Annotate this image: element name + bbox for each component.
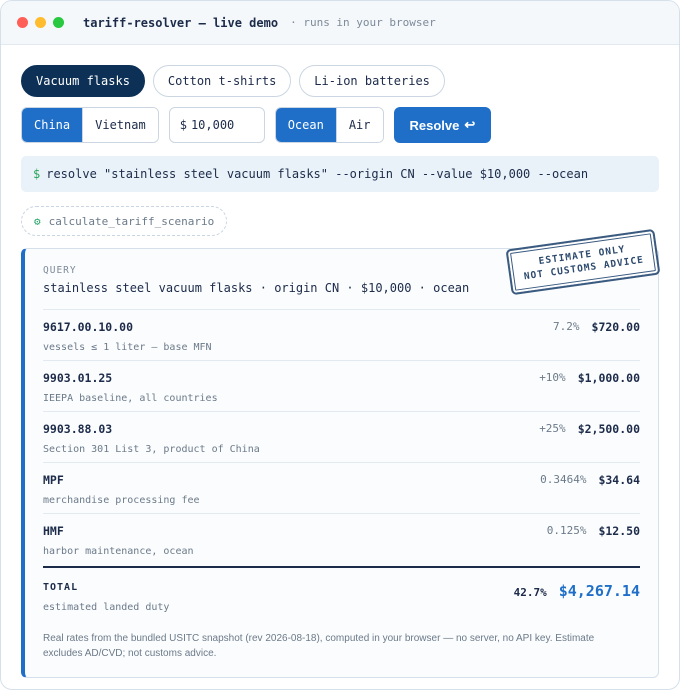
app-window: tariff-resolver — live demo · runs in yo…: [0, 0, 680, 690]
tool-call-badge: ⚙ calculate_tariff_scenario: [21, 206, 228, 236]
result-card: ESTIMATE ONLY NOT CUSTOMS ADVICE QUERY s…: [21, 228, 661, 678]
tariff-line-desc: harbor maintenance, ocean: [43, 546, 194, 557]
command-line: $ resolve "stainless steel vacuum flasks…: [21, 156, 659, 192]
app-subtitle: · runs in your browser: [290, 16, 436, 29]
tariff-line-code: MPF: [43, 473, 64, 487]
tariff-line-code: HMF: [43, 524, 64, 538]
prompt-symbol: $: [33, 167, 41, 181]
total-amount: $4,267.14: [558, 582, 640, 600]
value-text: 10,000: [190, 118, 235, 132]
tariff-line-amount: $12.50: [598, 524, 640, 538]
mode-air-button[interactable]: Air: [335, 108, 383, 142]
tariff-line-rate: 0.3464%: [540, 473, 587, 486]
tariff-line-rate: 7.2%: [553, 320, 580, 333]
gear-icon: ⚙: [34, 214, 41, 228]
preset-li-ion-batteries[interactable]: Li-ion batteries: [299, 65, 445, 97]
mode-toggle: Ocean Air: [274, 107, 384, 143]
total-label: TOTAL: [43, 582, 79, 593]
footnote: Real rates from the bundled USITC snapsh…: [43, 633, 595, 659]
tariff-line-desc: merchandise processing fee: [43, 495, 200, 506]
tariff-line-amount: $1,000.00: [577, 371, 640, 385]
tariff-line: HMF harbor maintenance, ocean 0.125% $12…: [43, 513, 640, 564]
main-content: Vacuum flasks Cotton t-shirts Li-ion bat…: [1, 45, 679, 678]
preset-tabs: Vacuum flasks Cotton t-shirts Li-ion bat…: [21, 65, 659, 97]
value-input[interactable]: $ 10,000: [168, 107, 265, 143]
total-desc: estimated landed duty: [43, 602, 170, 613]
tariff-line-rate: 0.125%: [546, 524, 587, 537]
controls-bar: China Vietnam $ 10,000 Ocean Air Resolve…: [21, 107, 659, 143]
resolve-button[interactable]: Resolve ↩: [393, 107, 492, 143]
total-rate: 42.7%: [513, 586, 547, 599]
tariff-line: 9617.00.10.00 vessels ≤ 1 liter — base M…: [43, 309, 640, 360]
tariff-line: 9903.01.25 IEEPA baseline, all countries…: [43, 360, 640, 411]
app-title: tariff-resolver — live demo: [83, 15, 279, 30]
tariff-line: 9903.88.03 Section 301 List 3, product o…: [43, 411, 640, 462]
tariff-line-code: 9617.00.10.00: [43, 320, 134, 334]
preset-vacuum-flasks[interactable]: Vacuum flasks: [21, 65, 145, 97]
tariff-line-code: 9903.88.03: [43, 422, 113, 436]
tariff-line-code: 9903.01.25: [43, 371, 113, 385]
title-bar: tariff-resolver — live demo · runs in yo…: [1, 1, 679, 45]
close-window-icon[interactable]: [17, 17, 28, 28]
command-text: resolve "stainless steel vacuum flasks" …: [46, 167, 589, 181]
return-icon: ↩: [464, 117, 476, 132]
total-row: TOTAL estimated landed duty 42.7% $4,267…: [43, 566, 640, 613]
tariff-line-rate: +10%: [539, 371, 566, 384]
origin-china-button[interactable]: China: [22, 108, 83, 142]
tariff-line-desc: IEEPA baseline, all countries: [43, 393, 218, 404]
tariff-line-amount: $2,500.00: [577, 422, 640, 436]
mode-ocean-button[interactable]: Ocean: [275, 108, 336, 142]
currency-symbol: $: [179, 118, 187, 132]
tariff-line-desc: vessels ≤ 1 liter — base MFN: [43, 342, 212, 353]
origin-toggle: China Vietnam: [21, 107, 159, 143]
tariff-line: MPF merchandise processing fee 0.3464% $…: [43, 462, 640, 513]
minimize-window-icon[interactable]: [35, 17, 46, 28]
preset-cotton-tshirts[interactable]: Cotton t-shirts: [152, 65, 292, 97]
tariff-line-amount: $720.00: [591, 320, 640, 334]
tariff-line-rate: +25%: [539, 422, 566, 435]
origin-vietnam-button[interactable]: Vietnam: [82, 108, 158, 142]
tool-call-name: calculate_tariff_scenario: [48, 214, 215, 228]
tariff-line-amount: $34.64: [598, 473, 640, 487]
tariff-line-desc: Section 301 List 3, product of China: [43, 444, 260, 455]
maximize-window-icon[interactable]: [53, 17, 64, 28]
resolve-label: Resolve: [409, 117, 460, 133]
